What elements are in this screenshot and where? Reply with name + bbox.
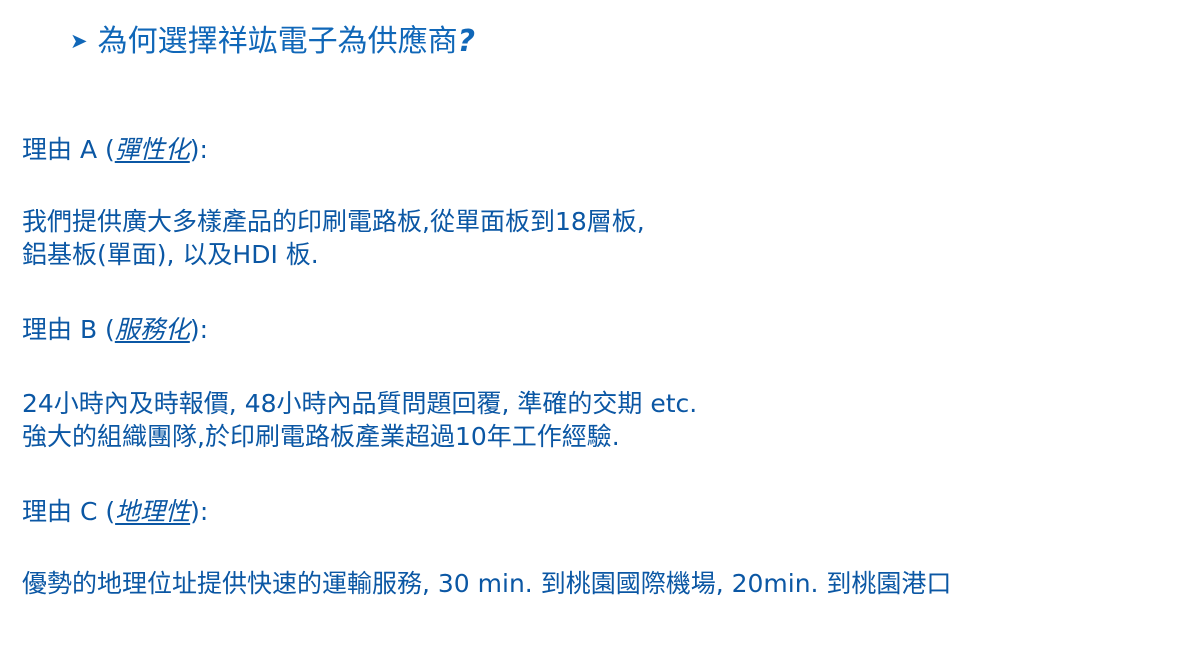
reason-a-prefix: 理由 A ( xyxy=(22,135,115,164)
reason-b-body: 24小時內及時報價, 48小時內品質問題回覆, 準確的交期 etc. 強大的組織… xyxy=(22,387,697,453)
heading-question-mark: ? xyxy=(457,24,476,59)
reason-b-term: 服務化 xyxy=(114,315,190,344)
reason-c-prefix: 理由 C ( xyxy=(22,497,116,526)
reason-c-label: 理由 C (地理性): xyxy=(22,495,208,528)
page-heading: ➤ 為何選擇祥竑電子為供應商? xyxy=(70,22,475,61)
reason-a-label: 理由 A (彈性化): xyxy=(22,133,208,166)
arrow-bullet-icon: ➤ xyxy=(70,29,88,53)
reason-a-line-2: 鋁基板(單面), 以及HDI 板. xyxy=(22,240,319,269)
reason-a-term: 彈性化 xyxy=(114,135,190,164)
reason-b-prefix: 理由 B ( xyxy=(22,315,115,344)
heading-text: 為何選擇祥竑電子為供應商 xyxy=(97,24,458,59)
reason-b-line-1: 24小時內及時報價, 48小時內品質問題回覆, 準確的交期 etc. xyxy=(22,389,698,418)
reason-b-line-2: 強大的組織團隊,於印刷電路板產業超過10年工作經驗. xyxy=(22,422,620,451)
reason-c-body: 優勢的地理位址提供快速的運輸服務, 30 min. 到桃園國際機場, 20min… xyxy=(22,567,951,600)
reason-b-suffix: ): xyxy=(189,315,209,344)
reason-a-body: 我們提供廣大多樣產品的印刷電路板,從單面板到18層板, 鋁基板(單面), 以及H… xyxy=(22,205,645,271)
reason-a-suffix: ): xyxy=(189,135,208,164)
reason-b-label: 理由 B (服務化): xyxy=(22,313,208,346)
reason-c-term: 地理性 xyxy=(115,497,191,526)
reason-c-line-1: 優勢的地理位址提供快速的運輸服務, 30 min. 到桃園國際機場, 20min… xyxy=(22,569,952,598)
reason-c-suffix: ): xyxy=(190,497,209,526)
reason-a-line-1: 我們提供廣大多樣產品的印刷電路板,從單面板到18層板, xyxy=(22,207,645,236)
